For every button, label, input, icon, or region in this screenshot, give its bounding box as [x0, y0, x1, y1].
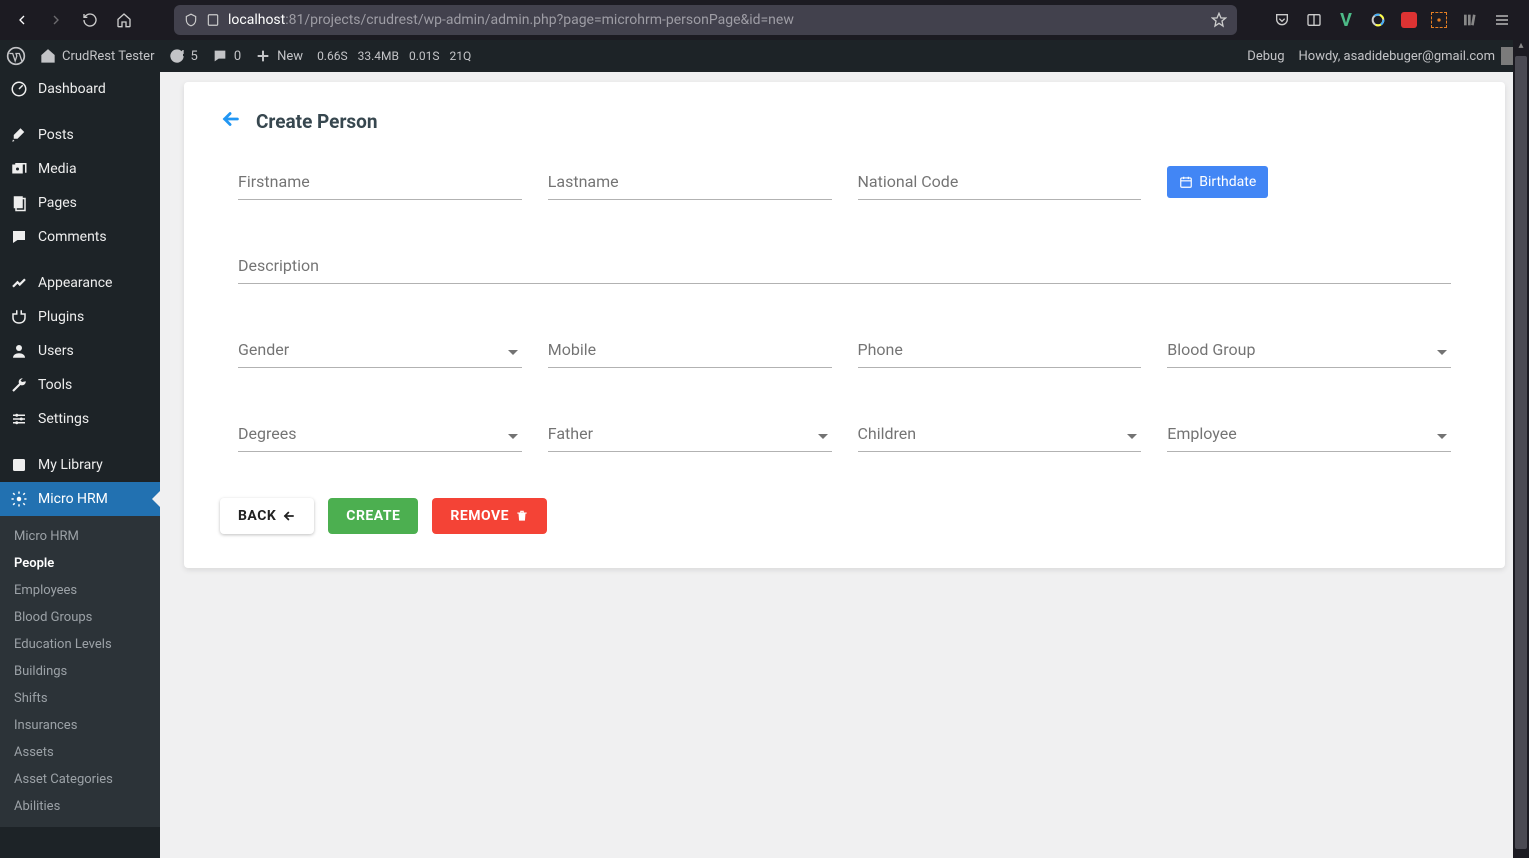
- father-select[interactable]: [548, 426, 832, 452]
- browser-chrome: localhost:81/projects/crudrest/wp-admin/…: [0, 0, 1529, 40]
- admin-sidebar: Dashboard Posts Media Pages Comments App…: [0, 72, 160, 858]
- debug-link[interactable]: Debug: [1247, 49, 1284, 64]
- lastname-field[interactable]: Lastname: [548, 174, 832, 200]
- gender-select[interactable]: [238, 342, 522, 368]
- submenu-blood-groups[interactable]: Blood Groups: [0, 604, 160, 631]
- debug-stats: 0.66S 33.4MB 0.01S 21Q: [317, 49, 471, 63]
- library-icon[interactable]: [1461, 11, 1479, 29]
- wp-logo[interactable]: [6, 46, 26, 66]
- bookmark-star-icon[interactable]: [1211, 12, 1227, 28]
- scroll-up-icon[interactable]: ▴: [1513, 40, 1529, 54]
- submenu-people[interactable]: People: [0, 550, 160, 577]
- url-bar[interactable]: localhost:81/projects/crudrest/wp-admin/…: [174, 5, 1237, 35]
- submenu-shifts[interactable]: Shifts: [0, 685, 160, 712]
- menu-tools[interactable]: Tools: [0, 368, 160, 402]
- employee-field[interactable]: Employee: [1167, 426, 1451, 452]
- vue-icon[interactable]: V: [1337, 11, 1355, 29]
- browser-toolbar-icons: V: [1273, 11, 1521, 29]
- children-field[interactable]: Children: [858, 426, 1142, 452]
- menu-posts[interactable]: Posts: [0, 118, 160, 152]
- submenu-assets[interactable]: Assets: [0, 739, 160, 766]
- description-input[interactable]: [238, 258, 1451, 284]
- menu-mylibrary[interactable]: My Library: [0, 448, 160, 482]
- content-area: Create Person Firstname Lastname Nationa…: [160, 72, 1529, 858]
- submenu-asset-categories[interactable]: Asset Categories: [0, 766, 160, 793]
- nationalcode-input[interactable]: [858, 174, 1142, 200]
- gender-field[interactable]: Gender: [238, 342, 522, 368]
- submenu-buildings[interactable]: Buildings: [0, 658, 160, 685]
- submenu-abilities[interactable]: Abilities: [0, 793, 160, 820]
- arrow-left-icon: [282, 509, 296, 523]
- comments-link[interactable]: 0: [212, 48, 241, 64]
- degrees-field[interactable]: Degrees: [238, 426, 522, 452]
- employee-select[interactable]: [1167, 426, 1451, 452]
- howdy-link[interactable]: Howdy, asadidebuger@gmail.com: [1299, 47, 1520, 65]
- mobile-field[interactable]: Mobile: [548, 342, 832, 368]
- page-scrollbar[interactable]: ▴: [1513, 40, 1529, 858]
- page-icon: [206, 13, 220, 27]
- create-person-card: Create Person Firstname Lastname Nationa…: [184, 82, 1505, 568]
- calendar-icon: [1179, 175, 1193, 189]
- back-arrow-icon[interactable]: [220, 108, 242, 134]
- shield-icon: [184, 13, 198, 27]
- bloodgroup-field[interactable]: Blood Group: [1167, 342, 1451, 368]
- menu-dashboard[interactable]: Dashboard: [0, 72, 160, 106]
- phone-field[interactable]: Phone: [858, 342, 1142, 368]
- pocket-icon[interactable]: [1273, 11, 1291, 29]
- menu-settings[interactable]: Settings: [0, 402, 160, 436]
- url-text: localhost:81/projects/crudrest/wp-admin/…: [228, 12, 1203, 28]
- remove-button[interactable]: Remove: [432, 498, 547, 534]
- submenu-education-levels[interactable]: Education Levels: [0, 631, 160, 658]
- bloodgroup-select[interactable]: [1167, 342, 1451, 368]
- nav-forward-button[interactable]: [42, 6, 70, 34]
- menu-media[interactable]: Media: [0, 152, 160, 186]
- reader-icon[interactable]: [1305, 11, 1323, 29]
- mobile-input[interactable]: [548, 342, 832, 368]
- submenu-microhrm-home[interactable]: Micro HRM: [0, 523, 160, 550]
- back-button[interactable]: Back: [220, 498, 314, 534]
- degrees-select[interactable]: [238, 426, 522, 452]
- scroll-thumb[interactable]: [1515, 56, 1527, 849]
- father-field[interactable]: Father: [548, 426, 832, 452]
- page-title: Create Person: [256, 110, 378, 133]
- menu-comments[interactable]: Comments: [0, 220, 160, 254]
- ext1-icon[interactable]: [1369, 11, 1387, 29]
- firstname-input[interactable]: [238, 174, 522, 200]
- firstname-field[interactable]: Firstname: [238, 174, 522, 200]
- phone-input[interactable]: [858, 342, 1142, 368]
- nationalcode-field[interactable]: National Code: [858, 174, 1142, 200]
- nav-back-button[interactable]: [8, 6, 36, 34]
- hamburger-icon[interactable]: [1493, 11, 1511, 29]
- nav-home-button[interactable]: [110, 6, 138, 34]
- updates-link[interactable]: 5: [169, 48, 198, 64]
- wp-admin-bar: CrudRest Tester 5 0 New 0.66S 33.4MB 0.0…: [0, 40, 1529, 72]
- menu-plugins[interactable]: Plugins: [0, 300, 160, 334]
- menu-microhrm[interactable]: Micro HRM: [0, 482, 160, 516]
- site-name-link[interactable]: CrudRest Tester: [40, 48, 155, 64]
- description-field[interactable]: Description: [238, 258, 1451, 284]
- submenu-insurances[interactable]: Insurances: [0, 712, 160, 739]
- create-button[interactable]: Create: [328, 498, 418, 534]
- lastname-input[interactable]: [548, 174, 832, 200]
- menu-users[interactable]: Users: [0, 334, 160, 368]
- submenu-employees[interactable]: Employees: [0, 577, 160, 604]
- trash-icon: [515, 509, 529, 523]
- birthdate-button[interactable]: Birthdate: [1167, 166, 1268, 198]
- menu-pages[interactable]: Pages: [0, 186, 160, 220]
- children-select[interactable]: [858, 426, 1142, 452]
- new-link[interactable]: New: [255, 48, 303, 64]
- submenu-microhrm: Micro HRM People Employees Blood Groups …: [0, 516, 160, 827]
- menu-appearance[interactable]: Appearance: [0, 266, 160, 300]
- ext2-icon[interactable]: [1401, 12, 1417, 28]
- ext3-icon[interactable]: [1431, 12, 1447, 28]
- nav-reload-button[interactable]: [76, 6, 104, 34]
